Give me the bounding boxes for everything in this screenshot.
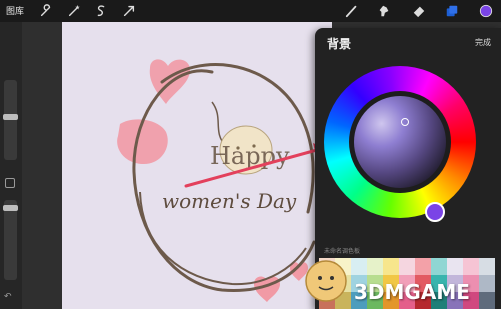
layers-icon[interactable] <box>444 3 460 19</box>
gallery-button[interactable]: 图库 <box>6 4 24 17</box>
transform-icon[interactable] <box>121 3 137 19</box>
opacity-thumb[interactable] <box>3 205 18 211</box>
palette-swatch[interactable] <box>447 258 463 275</box>
left-sidebar: ↶ <box>0 22 22 309</box>
selection-icon[interactable] <box>93 3 109 19</box>
artwork: Happy women's Day <box>117 59 326 302</box>
undo-icon[interactable]: ↶ <box>4 292 12 302</box>
wreath-stroke-1 <box>132 69 316 292</box>
palette-swatch[interactable] <box>367 258 383 275</box>
panel-title: 背景 <box>327 37 352 51</box>
procreate-app: 图库 ↶ Happy women's Day 背景 完成 未命名调色板 3DMG… <box>0 0 501 309</box>
text-womens-day: women's Day <box>162 189 297 213</box>
wrench-icon[interactable] <box>38 3 54 19</box>
palette-swatch[interactable] <box>479 275 495 292</box>
brush-size-slider[interactable] <box>4 80 17 160</box>
color-wheel[interactable] <box>324 66 476 222</box>
drawing-canvas[interactable]: Happy women's Day <box>62 22 332 309</box>
hue-knob[interactable] <box>425 202 445 222</box>
saturation-disc[interactable] <box>354 96 446 188</box>
brush-size-thumb[interactable] <box>3 114 18 120</box>
eraser-icon[interactable] <box>411 3 427 19</box>
palette-swatch[interactable] <box>431 258 447 275</box>
brush-icon[interactable] <box>344 3 360 19</box>
modify-button[interactable] <box>5 178 15 188</box>
palette-swatch[interactable] <box>463 258 479 275</box>
watermark-logo <box>305 260 347 302</box>
palette-swatch[interactable] <box>399 258 415 275</box>
wand-icon[interactable] <box>66 3 82 19</box>
watermark-text: 3DMGAME <box>354 280 470 304</box>
saturation-knob[interactable] <box>401 118 409 126</box>
palette-swatch[interactable] <box>479 258 495 275</box>
wheel-inner <box>349 91 451 193</box>
smudge-icon[interactable] <box>376 3 392 19</box>
text-happy: Happy <box>210 142 290 170</box>
top-toolbar: 图库 <box>0 0 501 22</box>
palette-swatch[interactable] <box>383 258 399 275</box>
palette-swatch[interactable] <box>351 258 367 275</box>
color-icon[interactable] <box>478 3 494 19</box>
palette-label: 未命名调色板 <box>324 248 361 255</box>
palette-swatch[interactable] <box>479 292 495 309</box>
opacity-slider[interactable] <box>4 200 17 280</box>
palette-swatch[interactable] <box>415 258 431 275</box>
done-button[interactable]: 完成 <box>475 37 491 48</box>
